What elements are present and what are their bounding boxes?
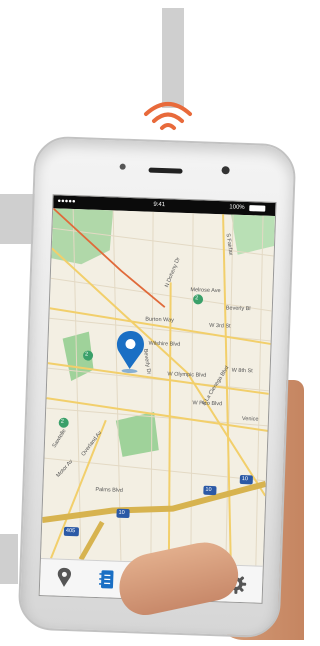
street-label: W 3rd St <box>209 322 231 330</box>
notebook-icon <box>99 570 114 589</box>
earpiece-speaker <box>148 167 183 174</box>
route-shield-label: 10 <box>118 509 125 516</box>
location-pin-icon <box>57 567 72 587</box>
street-label: W 8th St <box>231 367 253 375</box>
street-label: Palms Blvd <box>95 486 123 494</box>
street-label: Wilshire Blvd <box>148 340 181 348</box>
front-camera <box>221 166 230 175</box>
left-block-decoration-lower <box>0 534 18 584</box>
front-sensor <box>119 163 126 170</box>
signal-indicator: ●●●●● <box>57 198 76 206</box>
top-bar-decoration <box>162 8 184 108</box>
battery-level: 100% <box>229 204 245 211</box>
map-view[interactable] <box>40 208 276 566</box>
status-time: 9:41 <box>153 201 166 209</box>
street-label: W Olympic Blvd <box>167 371 207 379</box>
route-shield-label: 10 <box>241 476 249 483</box>
street-label: Beverly Bl <box>225 305 251 313</box>
wifi-icon <box>144 102 192 130</box>
route-shield-label: 2 <box>60 418 64 425</box>
tab-notebook[interactable] <box>95 567 120 592</box>
route-shield-label: 405 <box>65 527 76 535</box>
street-label: Burton Way <box>145 316 174 324</box>
route-shield-label: 2 <box>195 295 199 302</box>
route-shield-label: 10 <box>205 486 212 493</box>
battery-icon <box>249 205 266 212</box>
tab-location[interactable] <box>52 565 77 590</box>
route-shield-label: 2 <box>84 351 89 358</box>
street-label: Melrose Ave <box>190 287 221 295</box>
screen: ●●●●● 9:41 100% Melrose Ave Beverly Bl B… <box>38 194 277 604</box>
street-label: Venice <box>241 415 259 423</box>
